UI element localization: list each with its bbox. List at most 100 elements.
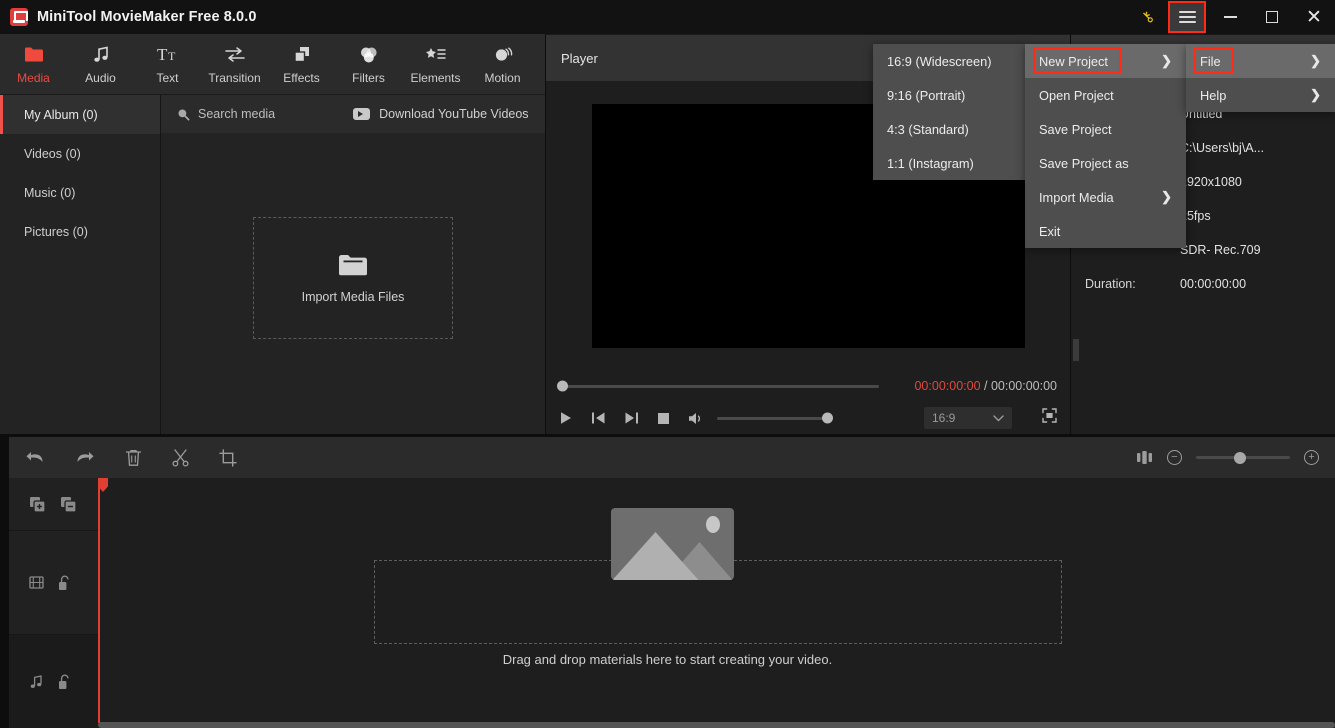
menu-item-import-media[interactable]: Import Media ❯ bbox=[1025, 180, 1186, 214]
delete-button[interactable] bbox=[125, 449, 142, 467]
title-bar: MiniTool MovieMaker Free 8.0.0 ⚷ ✕ bbox=[0, 0, 1335, 34]
main-menu: File ❯ Help ❯ bbox=[1186, 44, 1335, 112]
timeline-horizontal-scrollbar[interactable] bbox=[98, 722, 1335, 728]
search-media-button[interactable]: Search media bbox=[177, 107, 275, 121]
svg-text:T: T bbox=[157, 46, 168, 63]
split-view-icon[interactable] bbox=[1136, 450, 1153, 465]
aspect-ratio-value: 16:9 bbox=[932, 411, 956, 425]
unlock-icon[interactable] bbox=[58, 674, 71, 690]
download-youtube-label: Download YouTube Videos bbox=[379, 107, 529, 121]
tab-effects[interactable]: Effects bbox=[268, 34, 335, 94]
tab-media[interactable]: Media bbox=[0, 34, 67, 94]
info-value: C:\Users\bj\A... bbox=[1180, 141, 1265, 155]
next-frame-button[interactable] bbox=[624, 411, 639, 425]
menu-item-label: Help bbox=[1200, 87, 1227, 103]
tab-label: Audio bbox=[85, 70, 116, 85]
sidebar-item-music[interactable]: Music (0) bbox=[0, 173, 160, 212]
timeline-zoom-slider[interactable] bbox=[1196, 451, 1290, 464]
hamburger-menu-icon[interactable] bbox=[1168, 1, 1206, 33]
sidebar-item-videos[interactable]: Videos (0) bbox=[0, 134, 160, 173]
sidebar-item-label: Music (0) bbox=[24, 185, 76, 200]
seek-slider[interactable] bbox=[557, 380, 879, 392]
menu-item-label: Save Project as bbox=[1039, 155, 1129, 171]
tab-filters[interactable]: Filters bbox=[335, 34, 402, 94]
download-youtube-videos-button[interactable]: Download YouTube Videos bbox=[353, 107, 529, 121]
volume-handle[interactable] bbox=[822, 412, 833, 424]
zoom-out-icon[interactable]: − bbox=[1167, 450, 1182, 465]
menu-item-file[interactable]: File ❯ bbox=[1186, 44, 1335, 78]
minimize-icon[interactable] bbox=[1209, 0, 1251, 34]
volume-button[interactable] bbox=[688, 411, 705, 426]
tab-label: Media bbox=[17, 70, 50, 85]
player-controls: 16:9 bbox=[546, 401, 1070, 435]
media-content-area: Search media Download YouTube Videos Imp… bbox=[161, 95, 545, 434]
menu-item-save-project[interactable]: Save Project bbox=[1025, 112, 1186, 146]
fullscreen-icon[interactable] bbox=[1042, 408, 1057, 428]
tab-label: Motion bbox=[484, 70, 521, 85]
tab-text[interactable]: TT Text bbox=[134, 34, 201, 94]
redo-button[interactable] bbox=[75, 449, 95, 466]
folder-icon bbox=[339, 254, 367, 275]
crop-button[interactable] bbox=[219, 448, 237, 467]
stop-button[interactable] bbox=[657, 412, 670, 425]
timeline-zoom-handle[interactable] bbox=[1234, 451, 1246, 464]
key-icon[interactable]: ⚷ bbox=[1129, 0, 1165, 34]
menu-item-label: New Project bbox=[1039, 53, 1108, 69]
menu-item-label: Import Media bbox=[1039, 189, 1114, 205]
zoom-in-icon[interactable]: + bbox=[1304, 450, 1319, 465]
youtube-download-icon bbox=[353, 108, 371, 120]
window-controls: ⚷ ✕ bbox=[1129, 0, 1335, 34]
tab-motion[interactable]: Motion bbox=[469, 34, 536, 94]
menu-item-open-project[interactable]: Open Project bbox=[1025, 78, 1186, 112]
tab-bar: Media Audio TT Text Transition Effects F… bbox=[0, 34, 545, 94]
info-value: SDR- Rec.709 bbox=[1180, 243, 1261, 257]
previous-frame-button[interactable] bbox=[591, 411, 606, 425]
info-value: 00:00:00:00 bbox=[1180, 277, 1247, 291]
sidebar-item-my-album[interactable]: My Album (0) bbox=[0, 95, 160, 134]
search-media-label: Search media bbox=[198, 107, 276, 121]
placeholder-mountain-front bbox=[612, 532, 699, 580]
menu-item-label: 4:3 (Standard) bbox=[887, 121, 969, 137]
aspect-ratio-select[interactable]: 16:9 bbox=[924, 407, 1012, 429]
key-glyph: ⚷ bbox=[1137, 7, 1158, 28]
placeholder-sun bbox=[705, 516, 720, 533]
maximize-icon[interactable] bbox=[1251, 0, 1293, 34]
seek-row: 00:00:00:00 / 00:00:00:00 bbox=[546, 371, 1070, 401]
tab-label: Filters bbox=[352, 70, 385, 85]
tab-label: Transition bbox=[208, 70, 261, 85]
music-note-icon[interactable] bbox=[29, 674, 44, 690]
menu-item-ratio-9-16[interactable]: 9:16 (Portrait) bbox=[873, 78, 1025, 112]
tab-elements[interactable]: Elements bbox=[402, 34, 469, 94]
sidebar-item-label: My Album (0) bbox=[24, 107, 98, 122]
import-media-files-button[interactable]: Import Media Files bbox=[253, 217, 453, 339]
undo-button[interactable] bbox=[25, 449, 45, 466]
menu-item-ratio-4-3[interactable]: 4:3 (Standard) bbox=[873, 112, 1025, 146]
current-time: 00:00:00:00 bbox=[914, 379, 981, 393]
import-media-label: Import Media Files bbox=[301, 289, 405, 304]
info-label: Duration: bbox=[1085, 277, 1136, 291]
search-icon bbox=[178, 109, 190, 120]
info-row: Duration: 00:00:00:00 bbox=[1071, 267, 1335, 301]
menu-item-new-project[interactable]: New Project ❯ bbox=[1025, 44, 1186, 78]
timeline-zoom-controls: − + bbox=[1136, 450, 1319, 465]
menu-item-ratio-16-9[interactable]: 16:9 (Widescreen) bbox=[873, 44, 1025, 78]
menu-item-exit[interactable]: Exit bbox=[1025, 214, 1186, 248]
tab-audio[interactable]: Audio bbox=[67, 34, 134, 94]
media-category-list: My Album (0) Videos (0) Music (0) Pictur… bbox=[0, 95, 161, 434]
app-title: MiniTool MovieMaker Free 8.0.0 bbox=[37, 9, 257, 25]
menu-item-ratio-1-1[interactable]: 1:1 (Instagram) bbox=[873, 146, 1025, 180]
volume-slider[interactable] bbox=[717, 412, 833, 424]
play-button[interactable] bbox=[559, 411, 573, 425]
media-panel: My Album (0) Videos (0) Music (0) Pictur… bbox=[0, 94, 545, 434]
sidebar-item-pictures[interactable]: Pictures (0) bbox=[0, 212, 160, 251]
tab-transition[interactable]: Transition bbox=[201, 34, 268, 94]
chevron-right-icon: ❯ bbox=[1161, 189, 1172, 204]
close-icon[interactable]: ✕ bbox=[1293, 0, 1335, 34]
file-submenu: New Project ❯ Open Project Save Project … bbox=[1025, 44, 1186, 248]
seek-handle[interactable] bbox=[557, 380, 568, 392]
total-time: 00:00:00:00 bbox=[990, 379, 1057, 393]
menu-item-help[interactable]: Help ❯ bbox=[1186, 78, 1335, 112]
menu-item-save-project-as[interactable]: Save Project as bbox=[1025, 146, 1186, 180]
split-button[interactable] bbox=[172, 448, 189, 467]
time-separator: / bbox=[980, 379, 991, 393]
